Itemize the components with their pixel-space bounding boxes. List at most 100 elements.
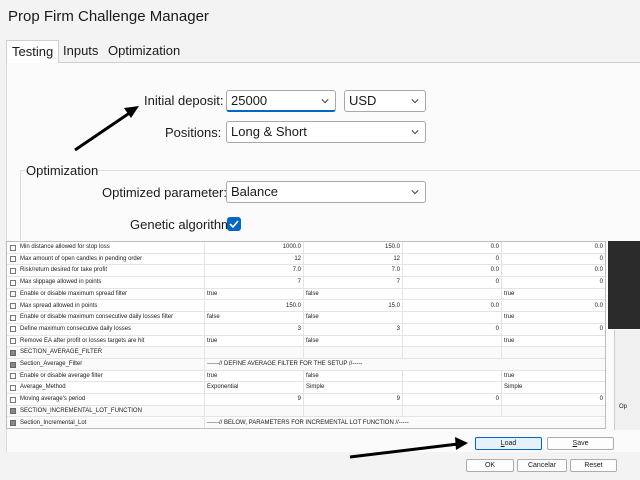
grid-row[interactable]: Min distance allowed for stop loss 1000.0…	[7, 242, 605, 254]
tab-optimization[interactable]: Optimization	[103, 40, 185, 62]
grid-row-checkbox[interactable]	[10, 396, 16, 403]
grid-cell-value[interactable]	[403, 288, 502, 301]
grid-cell-value[interactable]: 0	[403, 253, 502, 266]
grid-row[interactable]: Enable or disable maximum consecutive da…	[7, 312, 605, 324]
initial-deposit-combo[interactable]: 25000	[226, 90, 336, 112]
load-button[interactable]: Load	[475, 437, 542, 450]
grid-row-checkbox[interactable]	[10, 338, 16, 345]
grid-row[interactable]: Remove EA after profit or losses targets…	[7, 335, 605, 348]
grid-cell-value[interactable]: 0	[403, 277, 502, 289]
grid-cell-value[interactable]: 9	[205, 394, 304, 406]
genetic-algorithm-label: Genetic algorithm	[130, 217, 232, 232]
grid-cell-value[interactable]	[403, 370, 502, 383]
grid-row[interactable]: Risk/return desired for take profit 7.0 7.…	[7, 265, 605, 278]
save-button[interactable]: Save	[547, 437, 614, 450]
grid-cell-value[interactable]: false	[205, 312, 304, 324]
ok-button[interactable]: OK	[466, 459, 514, 472]
grid-cell-value[interactable]: 12	[205, 253, 304, 266]
grid-cell-value[interactable]: 12	[304, 253, 403, 266]
tab-testing[interactable]: Testing	[6, 40, 60, 63]
grid-row-checkbox[interactable]	[10, 256, 16, 263]
grid-cell-value[interactable]: 0	[502, 394, 605, 406]
grid-cell-value[interactable]: 0.0	[502, 265, 605, 277]
grid-cell-value[interactable]: 0.0	[403, 242, 502, 254]
reset-button[interactable]: Reset	[570, 459, 617, 472]
grid-row[interactable]: Max spread allowed in points 150.0 15.0 0.0…	[7, 300, 605, 313]
genetic-algorithm-checkbox[interactable]	[227, 217, 241, 231]
grid-cell-value[interactable]	[403, 347, 502, 359]
grid-cell-value[interactable]: Simple	[304, 382, 403, 395]
currency-combo[interactable]: USD	[344, 90, 426, 112]
grid-cell-value[interactable]	[205, 405, 304, 418]
grid-row[interactable]: Section_Average_Filter ------// DEFINE AV…	[7, 359, 605, 371]
grid-cell-value[interactable]: 150.0	[304, 242, 403, 254]
grid-cell-value[interactable]	[304, 347, 403, 359]
grid-cell-value[interactable]: 0	[403, 394, 502, 406]
grid-cell-value[interactable]	[502, 347, 605, 359]
grid-cell-name: Max amount of open candles in pending or…	[18, 253, 205, 266]
optimized-parameter-combo[interactable]: Balance	[226, 181, 426, 203]
grid-row[interactable]: Max amount of open candles in pending or…	[7, 253, 605, 266]
grid-cell-value[interactable]: 0.0	[403, 265, 502, 278]
grid-cell-value[interactable]: 7.0	[205, 265, 304, 278]
grid-row-checkbox[interactable]	[10, 303, 16, 309]
grid-cell-value[interactable]: true	[502, 312, 605, 324]
grid-row[interactable]: Moving average's period 9 9 0 0	[7, 394, 605, 406]
grid-cell-value[interactable]: 7	[205, 277, 304, 289]
cancel-button[interactable]: Cancelar	[517, 459, 567, 472]
grid-row-checkbox[interactable]	[10, 244, 16, 251]
grid-cell-value[interactable]: 7.0	[304, 265, 403, 278]
grid-row[interactable]: Average_Method Exponential Simple Simple	[7, 382, 605, 395]
grid-row[interactable]: Enable or disable average filter true fals…	[7, 370, 605, 383]
grid-row-checkbox[interactable]	[10, 291, 16, 298]
grid-cell-value[interactable]	[403, 405, 502, 418]
grid-cell-value[interactable]: true	[205, 335, 304, 348]
grid-row[interactable]: Section_Incremental_Lot ------// BELOW, P…	[7, 417, 605, 428]
grid-cell-value[interactable]: 3	[304, 323, 403, 336]
grid-cell-value[interactable]: true	[205, 370, 304, 383]
grid-cell-value[interactable]: 0.0	[403, 300, 502, 313]
grid-cell-value[interactable]	[403, 382, 502, 395]
grid-row[interactable]: Define maximum consecutive daily losses 3…	[7, 323, 605, 336]
grid-cell-value[interactable]	[304, 405, 403, 418]
grid-cell-value[interactable]: false	[304, 370, 403, 383]
grid-cell-value[interactable]: 0	[502, 254, 605, 266]
grid-cell-value[interactable]: true	[502, 371, 605, 383]
grid-cell-value[interactable]: 0.0	[502, 242, 605, 254]
grid-row-checkbox[interactable]	[10, 267, 16, 274]
grid-row[interactable]: SECTION_INCREMENTAL_LOT_FUNCTION	[7, 405, 605, 418]
grid-cell-value[interactable]: Simple	[502, 382, 605, 394]
grid-cell-value[interactable]: true	[205, 288, 304, 301]
grid-cell-value[interactable]	[502, 406, 605, 418]
grid-row-checkbox[interactable]	[10, 373, 16, 380]
grid-cell-value[interactable]: 9	[304, 394, 403, 406]
grid-cell-value[interactable]: 0	[403, 323, 502, 336]
grid-cell-value[interactable]: 7	[304, 277, 403, 289]
grid-cell-value[interactable]: 150.0	[205, 300, 304, 313]
grid-cell-value[interactable]	[403, 312, 502, 324]
positions-combo[interactable]: Long & Short	[226, 121, 426, 143]
grid-cell-value[interactable]: 15.0	[304, 300, 403, 313]
grid-cell-value[interactable]: 0.0	[502, 301, 605, 313]
grid-row-checkbox[interactable]	[10, 279, 16, 286]
grid-cell-value[interactable]	[403, 335, 502, 348]
grid-cell-value[interactable]: 1000.0	[205, 242, 304, 254]
grid-cell-value[interactable]: Exponential	[205, 382, 304, 395]
grid-cell-value[interactable]: false	[304, 312, 403, 324]
inputs-grid[interactable]: Min distance allowed for stop loss 1000.0…	[6, 241, 606, 429]
grid-row[interactable]: Enable or disable maximum spread filter t…	[7, 288, 605, 301]
grid-cell-value[interactable]: true	[502, 336, 605, 348]
grid-row-checkbox[interactable]	[10, 314, 16, 321]
grid-cell-value[interactable]	[205, 347, 304, 359]
grid-cell-value[interactable]: false	[304, 288, 403, 301]
grid-cell-value[interactable]: false	[304, 335, 403, 348]
grid-cell-value[interactable]: 3	[205, 323, 304, 336]
grid-cell-value[interactable]: 0	[502, 324, 605, 336]
grid-row-checkbox[interactable]	[10, 384, 16, 391]
grid-row[interactable]: Max slippage allowed in points 7 7 0 0	[7, 277, 605, 289]
grid-row-checkbox[interactable]	[10, 326, 16, 333]
grid-cell-value[interactable]: true	[502, 289, 605, 301]
grid-row[interactable]: SECTION_AVERAGE_FILTER	[7, 347, 605, 359]
grid-cell-value[interactable]: 0	[502, 277, 605, 289]
tab-inputs[interactable]: Inputs	[58, 40, 103, 62]
